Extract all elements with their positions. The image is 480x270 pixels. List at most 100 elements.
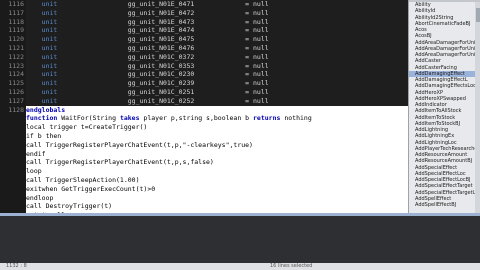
line-number: 1119 [8,26,24,35]
endglobals-keyword: endglobals [26,105,66,114]
code-line[interactable]: endloop [26,193,408,203]
value: null [253,61,269,70]
value: null [253,0,269,8]
code-line[interactable]: call DestroyTrigger(t) [26,202,408,212]
code-line[interactable]: unit gg_unit_N01C_0372 = null [26,53,408,62]
line-number: 1122 [8,52,24,61]
code-text: call TriggerSleepAction(1.00) [26,175,140,184]
line-number: 1127 [8,96,24,105]
code-line[interactable]: call TriggerRegisterPlayerChatEvent(t,p,… [26,158,408,168]
variable-name: gg_unit_N01C_0252 [127,96,195,105]
function-list-panel[interactable]: Ability AbilityId AbilityId2String AbortCin… [408,0,480,213]
type-keyword: unit [41,8,58,17]
type-keyword: unit [41,87,58,96]
scrollbar-thumb[interactable] [476,8,480,22]
code-editor[interactable]: 1116 1117 1118 1119 1120 1121 1122 1123 1124 1125… [0,0,408,213]
code-line[interactable]: unit gg_unit_N01E_0476 = null [26,44,408,53]
value: null [253,35,269,44]
variable-name: gg_unit_N01E_0476 [127,43,195,52]
function-keyword: function [26,114,58,123]
value: null [253,43,269,52]
line-number: 1117 [8,8,24,17]
code-line[interactable]: unit gg_unit_N01E_0471 = null [26,0,408,9]
line-number [0,158,26,167]
line-number [0,194,26,203]
type-keyword: unit [41,96,58,105]
code-area[interactable]: unit gg_unit_N01E_0471 = null unit gg_un… [26,0,408,213]
operator: = [245,43,250,52]
type-keyword: unit [41,35,58,44]
code-line[interactable]: function WaitFor(String takes player p,s… [26,114,408,124]
takes-keyword: takes [119,114,140,123]
code-line[interactable]: unit gg_unit_N01E_0475 = null [26,35,408,44]
variable-name: gg_unit_N01C_0353 [127,61,195,70]
type-keyword: unit [41,79,58,88]
type-keyword: unit [41,61,58,70]
output-panel [0,213,480,265]
code-text: exitwhen GetTriggerExecCount(t)>0 [26,184,156,193]
code-line[interactable]: unit gg_unit_N01E_0474 = null [26,26,408,35]
line-number: 1128 [8,105,24,114]
operator: = [245,61,250,70]
line-number: 1123 [8,61,24,70]
line-number [0,114,26,123]
code-line[interactable]: call TriggerSleepAction(1.00) [26,175,408,185]
code-line[interactable]: unit gg_unit_N01C_0239 = null [26,79,408,88]
value: null [253,26,269,35]
value: null [253,17,269,26]
code-text: call TriggerRegisterPlayerChatEvent(t,p,… [26,140,253,149]
function-list-item[interactable]: AddSpellEffectBJ [409,202,480,208]
code-line[interactable]: call TriggerRegisterPlayerChatEvent(t,p,… [26,140,408,150]
line-number-gutter: 1116 1117 1118 1119 1120 1121 1122 1123 1124 1125… [0,0,26,213]
code-line[interactable]: unit gg_unit_N01C_0251 = null [26,88,408,97]
function-list-scrollbar[interactable] [475,2,480,213]
code-line[interactable]: loop [26,167,408,176]
line-number [0,132,26,141]
returns-keyword: returns [253,114,281,123]
function-list-item[interactable]: AddResourceAmountBJ [409,158,480,164]
variable-name: gg_unit_N01C_0251 [127,87,195,96]
function-list-item[interactable]: AddSpecialEffectTargetU [409,190,480,196]
code-line[interactable]: unit gg_unit_N01C_0252 = null [26,97,408,106]
code-line[interactable]: unit gg_unit_N01E_0472 = null [26,9,408,18]
code-line[interactable]: endif [26,149,408,159]
type-keyword: unit [41,26,58,35]
cursor-position: 1132 : 8 [6,263,27,269]
status-bar: 1132 : 8 16 lines selected [0,263,480,270]
type-keyword: unit [41,0,58,8]
value: null [253,87,269,96]
variable-name: gg_unit_N01E_0473 [127,17,195,26]
operator: = [245,52,250,61]
line-number: 1121 [8,43,24,52]
code-line[interactable]: unit gg_unit_N01C_0353 = null [26,62,408,71]
code-text: local trigger t=CreateTrigger() [26,123,148,132]
code-line[interactable]: local trigger t=CreateTrigger() [26,123,408,132]
operator: = [245,96,250,105]
line-number [0,150,26,159]
variable-name: gg_unit_N01C_0372 [127,52,195,61]
code-line[interactable]: if b then [26,131,408,141]
code-line[interactable]: unit gg_unit_N01C_0230 = null [26,70,408,79]
code-text: endloop [26,193,54,202]
operator: = [245,79,250,88]
function-list-item[interactable]: AddDamagingEffectsLoc [409,83,480,89]
line-number: 1124 [8,70,24,79]
operator: = [245,17,250,26]
code-line[interactable]: endglobals [26,105,408,115]
operator: = [245,8,250,17]
line-number: 1126 [8,87,24,96]
code-line[interactable]: exitwhen GetTriggerExecCount(t)>0 [26,184,408,194]
return-type: nothing [280,114,312,123]
operator: = [245,0,250,8]
value: null [253,79,269,88]
function-list-item[interactable]: AddAreaDamagerForUnit [409,40,480,46]
function-list-item[interactable]: AddSpecialEffectTarget [409,183,480,189]
code-line[interactable]: unit gg_unit_N01E_0473 = null [26,18,408,27]
line-number [0,202,26,211]
line-number: 1120 [8,35,24,44]
line-number: 1125 [8,79,24,88]
code-text: loop [26,167,42,176]
function-list[interactable]: Ability AbilityId AbilityId2String AbortCin… [409,2,480,208]
output-panel-divider[interactable] [0,213,480,216]
line-number [0,185,26,194]
